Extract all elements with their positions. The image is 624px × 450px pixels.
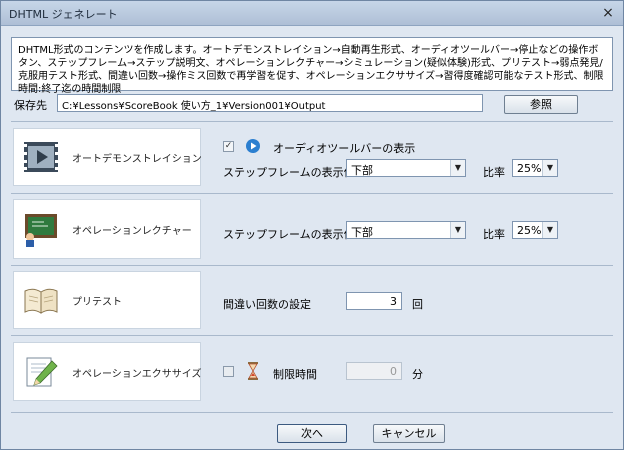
save-location-label: 保存先 — [14, 99, 47, 112]
step-frame-position-value: 下部 — [351, 164, 373, 177]
chevron-down-icon[interactable]: ▼ — [542, 222, 557, 238]
window-title: DHTML ジェネレート — [9, 8, 118, 21]
divider — [11, 412, 613, 413]
description-text: DHTML形式のコンテンツを作成します。オートデモンストレイション→自動再生形式… — [18, 45, 604, 95]
audio-toolbar-label: オーディオツールバーの表示 — [273, 142, 416, 155]
pretest-label: プリテスト — [72, 297, 122, 308]
ratio-value: 25% — [517, 162, 542, 175]
chevron-down-icon[interactable]: ▼ — [450, 160, 465, 176]
film-play-icon — [24, 142, 58, 172]
close-icon[interactable]: × — [599, 4, 617, 22]
pretest-section-header: プリテスト — [13, 271, 201, 329]
divider — [11, 265, 613, 266]
next-button[interactable]: 次へ — [277, 424, 347, 443]
step-frame-position-select[interactable]: 下部 ▼ — [346, 159, 466, 177]
pencil-paper-icon — [26, 357, 58, 386]
save-path-input[interactable]: C:¥Lessons¥ScoreBook 使い方_1¥Version001¥Ou… — [57, 94, 483, 112]
mistakes-count-label: 間違い回数の設定 — [223, 298, 311, 311]
time-limit-input[interactable]: 0 — [346, 362, 402, 380]
auto-demo-label: オートデモンストレイション — [72, 154, 202, 165]
step-frame-position-label: ステップフレームの表示位置 — [223, 228, 366, 241]
audio-toolbar-checkbox[interactable]: ✓ — [223, 141, 234, 152]
op-exercise-section-header: オペレーションエクササイズ — [13, 342, 202, 401]
step-frame-position-select[interactable]: 下部 ▼ — [346, 221, 466, 239]
audio-play-icon — [246, 139, 260, 153]
op-lecture-label: オペレーションレクチャー — [72, 226, 192, 237]
step-frame-position-value: 下部 — [351, 226, 373, 239]
ratio-label: 比率 — [483, 166, 505, 179]
mistakes-count-input[interactable]: 3 — [346, 292, 402, 310]
time-limit-unit: 分 — [412, 368, 423, 381]
chevron-down-icon[interactable]: ▼ — [542, 160, 557, 176]
auto-demo-section-header: オートデモンストレイション — [13, 128, 202, 186]
divider — [11, 335, 613, 336]
time-limit-label: 制限時間 — [273, 368, 317, 381]
cancel-button[interactable]: キャンセル — [373, 424, 445, 443]
open-book-icon — [24, 288, 58, 314]
op-exercise-label: オペレーションエクササイズ — [72, 368, 202, 380]
step-frame-position-label: ステップフレームの表示位置 — [223, 166, 366, 179]
chevron-down-icon[interactable]: ▼ — [450, 222, 465, 238]
ratio-select[interactable]: 25% ▼ — [512, 159, 558, 177]
dhtml-generate-dialog: DHTML ジェネレート × DHTML形式のコンテンツを作成します。オートデモ… — [0, 0, 624, 450]
op-lecture-section-header: オペレーションレクチャー — [13, 199, 201, 259]
divider — [11, 193, 613, 194]
title-bar: DHTML ジェネレート × — [1, 1, 623, 26]
browse-button[interactable]: 参照 — [504, 95, 578, 114]
ratio-value: 25% — [517, 224, 542, 237]
chalkboard-teacher-icon — [25, 214, 57, 247]
time-limit-checkbox[interactable] — [223, 366, 234, 377]
ratio-label: 比率 — [483, 228, 505, 241]
mistakes-count-unit: 回 — [412, 298, 423, 311]
ratio-select[interactable]: 25% ▼ — [512, 221, 558, 239]
description-box: DHTML形式のコンテンツを作成します。オートデモンストレイション→自動再生形式… — [11, 37, 613, 95]
hourglass-icon — [248, 362, 258, 380]
divider — [11, 121, 613, 122]
